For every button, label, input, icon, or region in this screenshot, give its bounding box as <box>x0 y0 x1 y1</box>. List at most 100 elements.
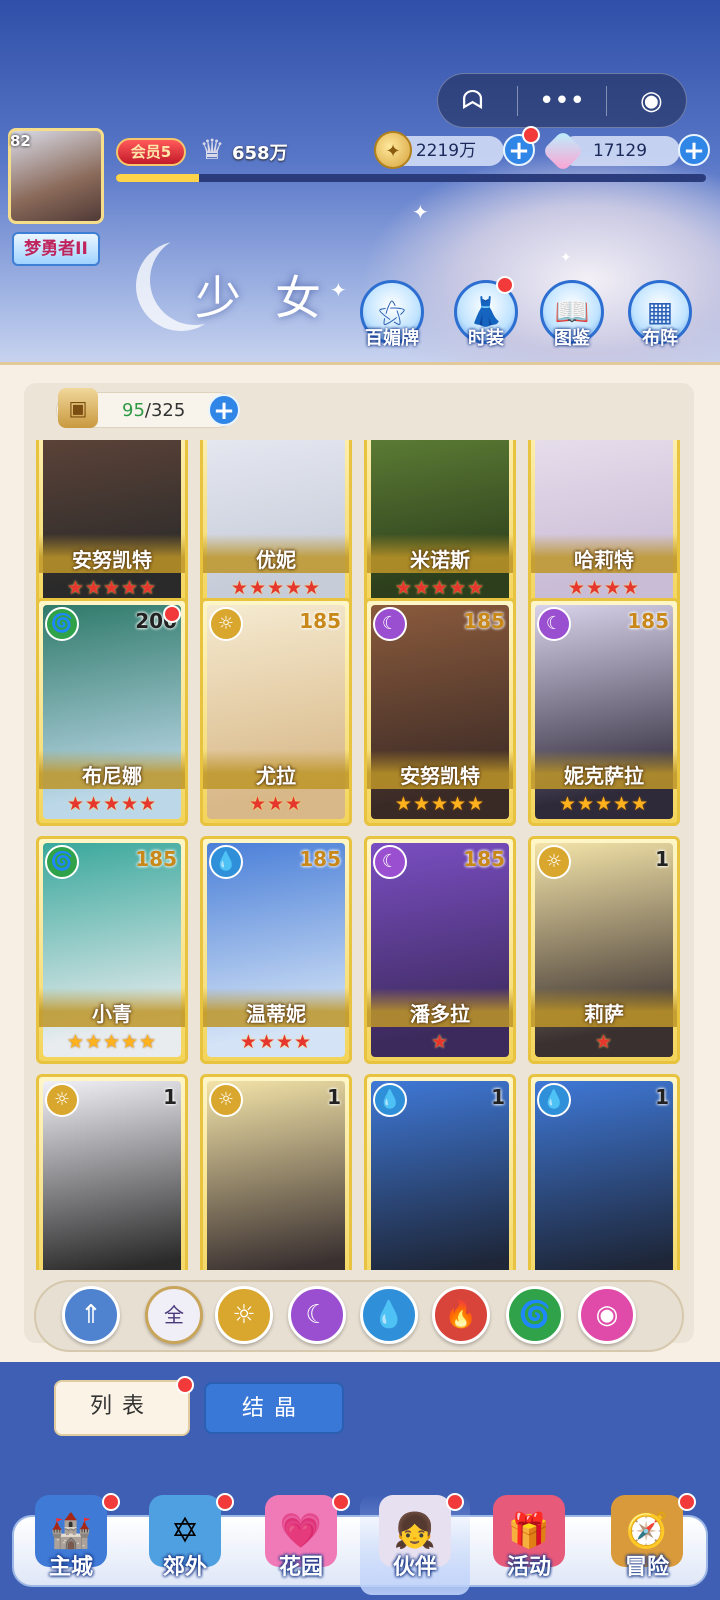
filter-light-button[interactable]: ☼ <box>215 1286 273 1344</box>
star-rating: ★★★★★ <box>394 577 486 599</box>
companion-card[interactable]: ☾ 185 妮克萨拉 ★★★★★ <box>528 598 680 826</box>
ghost-icon[interactable]: ᗣ <box>448 88 498 114</box>
star-rating: ★★★★★ <box>558 793 650 815</box>
companion-card[interactable]: ☼ 1 <box>36 1074 188 1270</box>
nav-compass[interactable]: 🧭 冒险 <box>592 1493 702 1595</box>
filter-fire-button[interactable]: 🔥 <box>432 1286 490 1344</box>
companion-card[interactable]: 🌀 185 小青 ★★★★★ <box>36 836 188 1064</box>
companion-card[interactable]: 🌀 200 布尼娜 ★★★★★ <box>36 598 188 826</box>
companion-level: 185 <box>463 609 505 633</box>
more-icon[interactable]: ••• <box>537 88 587 114</box>
companion-card[interactable]: 💧 1 <box>364 1074 516 1270</box>
companion-level: 1 <box>327 1085 341 1109</box>
star-rating: ★★★ <box>248 793 304 815</box>
companion-card[interactable]: 米诺斯 ★★★★★ <box>364 440 516 610</box>
element-light-icon: ☼ <box>209 607 243 641</box>
filter-water-button[interactable]: 💧 <box>360 1286 418 1344</box>
capacity-total: /325 <box>144 400 186 421</box>
nav-gift[interactable]: 🎁 活动 <box>474 1495 584 1595</box>
box-icon: ▣ <box>58 388 98 428</box>
costume-button[interactable]: 👗 时装 <box>452 276 520 350</box>
companion-name: 温蒂妮 <box>203 988 349 1027</box>
star-rating: ★★★★ <box>567 577 641 599</box>
companion-level: 1 <box>491 1085 505 1109</box>
companion-name: 安努凯特 <box>39 534 185 573</box>
nav-label: 主城 <box>48 1555 93 1580</box>
companion-card[interactable]: ☼ 1 <box>200 1074 352 1270</box>
companion-card[interactable]: ☼ 185 尤拉 ★★★ <box>200 598 352 826</box>
companion-card[interactable]: 💧 185 温蒂妮 ★★★★ <box>200 836 352 1064</box>
vip-badge[interactable]: 会员5 <box>116 138 186 166</box>
companion-name: 米诺斯 <box>367 534 513 573</box>
companion-level: 185 <box>463 847 505 871</box>
companion-level: 185 <box>299 609 341 633</box>
nav-girl[interactable]: 👧 伙伴 <box>360 1493 470 1595</box>
element-light-icon: ☼ <box>45 1083 79 1117</box>
exp-bar-fill <box>116 174 199 182</box>
nav-label: 伙伴 <box>392 1555 437 1580</box>
nav-label: 花园 <box>278 1555 323 1580</box>
companion-card[interactable]: 优妮 ★★★★★ <box>200 440 352 610</box>
star-rating: ★★★★ <box>239 1031 313 1053</box>
target-icon[interactable]: ◉ <box>626 88 676 114</box>
star-rating: ★★★★★ <box>394 793 486 815</box>
filter-sort-button[interactable]: ⇑ <box>62 1286 120 1344</box>
star-rating: ★★★★★ <box>230 577 322 599</box>
capsule-divider <box>606 85 608 116</box>
companion-name: 安努凯特 <box>367 750 513 789</box>
formation-label: 布阵 <box>642 328 678 349</box>
player-title-badge[interactable]: 梦勇者II <box>12 232 100 266</box>
player-level: 82 <box>10 132 31 150</box>
nav-heart[interactable]: 💗 花园 <box>246 1493 356 1595</box>
companion-card[interactable]: 哈莉特 ★★★★ <box>528 440 680 610</box>
companion-card[interactable]: ☼ 1 莉萨 ★ <box>528 836 680 1064</box>
companion-level: 1 <box>655 1085 669 1109</box>
star-rating: ★ <box>594 1031 614 1053</box>
formation-button[interactable]: ▦ 布阵 <box>626 280 694 350</box>
companion-card[interactable]: ☾ 185 潘多拉 ★ <box>364 836 516 1064</box>
filter-wind-button[interactable]: 🌀 <box>506 1286 564 1344</box>
companion-card[interactable]: 💧 1 <box>528 1074 680 1270</box>
power-icon: ♛ <box>199 133 225 166</box>
filter-all-button[interactable]: 全 <box>145 1286 203 1344</box>
companion-grid: 安努凯特 ★★★★★ 优妮 ★★★★★ 米诺斯 ★★★★★ 哈莉特 ★★★★ 🌀 200 布尼娜 ★★… <box>30 440 690 1270</box>
companion-name: 潘多拉 <box>367 988 513 1027</box>
filter-heart-button[interactable]: ◉ <box>578 1286 636 1344</box>
companion-name: 妮克萨拉 <box>531 750 677 789</box>
nav-portal[interactable]: ✡ 郊外 <box>130 1493 240 1595</box>
notification-dot <box>163 605 181 623</box>
element-water-icon: 💧 <box>209 845 243 879</box>
nav-label: 冒险 <box>624 1555 669 1580</box>
page-title: 少女 <box>195 271 355 325</box>
card-deck-button[interactable]: ⚝ 百媚牌 <box>358 280 426 350</box>
element-wind-icon: 🌀 <box>45 845 79 879</box>
gallery-button[interactable]: 📖 图鉴 <box>538 280 606 350</box>
star-rating: ★★★★★ <box>66 1031 158 1053</box>
notification-dot <box>522 126 540 144</box>
element-dark-icon: ☾ <box>373 845 407 879</box>
companion-name: 布尼娜 <box>39 750 185 789</box>
gallery-label: 图鉴 <box>554 328 590 349</box>
companion-level: 1 <box>163 1085 177 1109</box>
gold-coin-icon: ✦ <box>374 131 412 169</box>
companion-level: 185 <box>627 609 669 633</box>
costume-label: 时装 <box>468 328 504 349</box>
companion-level: 1 <box>655 847 669 871</box>
notification-dot <box>216 1493 234 1511</box>
star-rating: ★ <box>430 1031 450 1053</box>
expand-capacity-button[interactable]: + <box>208 394 240 426</box>
element-dark-icon: ☾ <box>373 607 407 641</box>
element-dark-icon: ☾ <box>537 607 571 641</box>
nav-castle[interactable]: 🏰 主城 <box>16 1493 126 1595</box>
tab-crystal[interactable]: 结晶 <box>204 1382 344 1434</box>
companion-card[interactable]: ☾ 185 安努凯特 ★★★★★ <box>364 598 516 826</box>
companion-card[interactable]: 安努凯特 ★★★★★ <box>36 440 188 610</box>
tab-list[interactable]: 列表 <box>54 1380 190 1436</box>
add-gem-button[interactable]: + <box>678 134 710 166</box>
element-light-icon: ☼ <box>209 1083 243 1117</box>
filter-dark-button[interactable]: ☾ <box>288 1286 346 1344</box>
notification-dot <box>446 1493 464 1511</box>
notification-dot <box>332 1493 350 1511</box>
companion-name: 小青 <box>39 988 185 1027</box>
sparkle-icon: ✦ <box>560 250 572 266</box>
